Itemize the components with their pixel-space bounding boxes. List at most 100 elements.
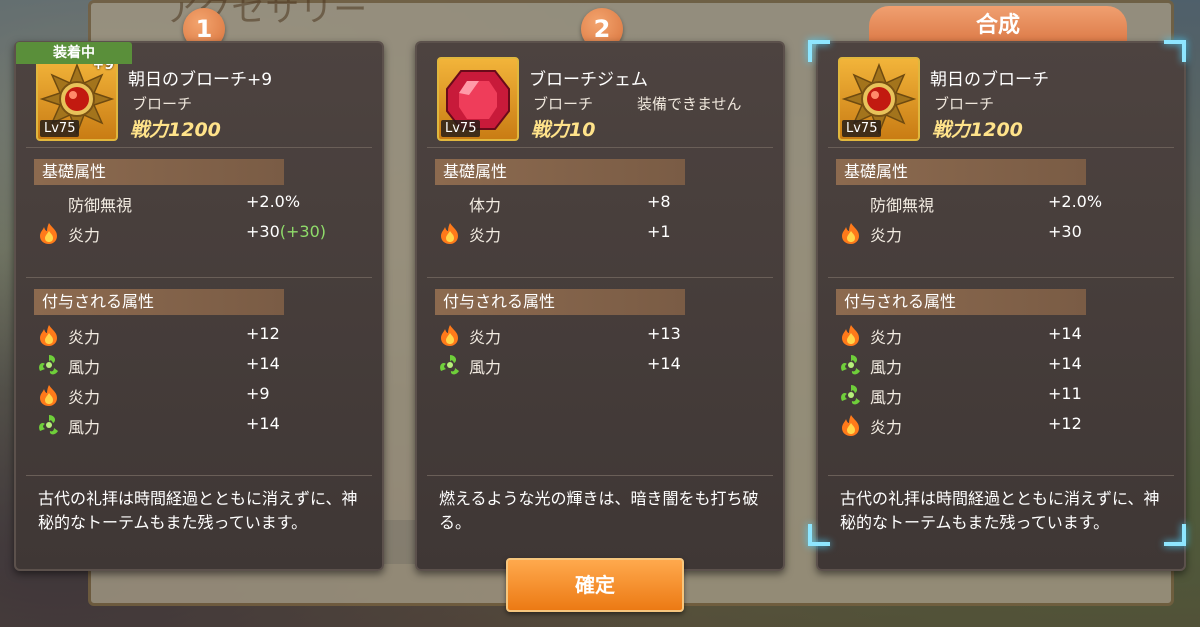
item-header: Lv75 ブローチジェム ブローチ 装備できません 戦力10 <box>437 57 767 141</box>
stat-value: +2.0% <box>1048 192 1103 211</box>
stat-value: +13 <box>647 324 681 343</box>
stat-value: +30 <box>1048 222 1082 241</box>
fire-icon <box>40 325 57 346</box>
granted-attributes-header: 付与される属性 <box>435 289 685 315</box>
wind-icon <box>440 355 459 375</box>
base-attributes-header: 基礎属性 <box>836 159 1086 185</box>
divider <box>26 475 372 476</box>
base-attributes-header: 基礎属性 <box>435 159 685 185</box>
divider <box>26 147 372 148</box>
stat-value: +14 <box>246 354 280 373</box>
stat-row: 炎力 +30(+30) <box>34 219 354 245</box>
item-icon-frame[interactable]: Lv75 <box>838 57 920 141</box>
stat-label: 風力 <box>68 418 101 437</box>
item-name: 朝日のブローチ <box>930 70 1049 90</box>
stat-row: 防御無視 +2.0% <box>34 189 354 215</box>
synthesis-result-panel[interactable]: Lv75 朝日のブローチ ブローチ 戦力1200 基礎属性 防御無視 +2.0%… <box>816 41 1186 571</box>
divider <box>427 475 773 476</box>
fire-icon <box>441 325 458 346</box>
stat-row: 炎力 +13 <box>435 321 755 347</box>
stat-label: 体力 <box>469 196 502 215</box>
stat-value: +12 <box>1048 414 1082 433</box>
fire-icon <box>40 223 57 244</box>
stat-label: 風力 <box>68 358 101 377</box>
synthesis-result-tab: 合成 <box>869 6 1127 44</box>
divider <box>26 277 372 278</box>
level-badge: Lv75 <box>40 120 80 137</box>
equipped-tag: 装着中 <box>16 42 132 64</box>
stat-label: 炎力 <box>469 226 502 245</box>
stat-row: 風力 +14 <box>34 411 354 437</box>
stat-label: 防御無視 <box>68 196 133 215</box>
stat-value: +12 <box>246 324 280 343</box>
item-header: Lv75 朝日のブローチ ブローチ 戦力1200 <box>838 57 1168 141</box>
fire-icon <box>842 223 859 244</box>
combat-power: 戦力1200 <box>130 119 221 141</box>
stat-row: 防御無視 +2.0% <box>836 189 1156 215</box>
selection-corner <box>808 524 830 546</box>
base-attributes-header: 基礎属性 <box>34 159 284 185</box>
item-icon-frame[interactable]: Lv75 <box>437 57 519 141</box>
stat-row: 炎力 +9 <box>34 381 354 407</box>
selection-corner <box>1164 524 1186 546</box>
item-panel-2[interactable]: Lv75 ブローチジェム ブローチ 装備できません 戦力10 基礎属性 体力 +… <box>415 41 785 571</box>
item-description: 古代の礼拝は時間経過とともに消えずに、神秘的なトーテムもまた残っています。 <box>38 489 358 532</box>
level-badge: Lv75 <box>441 120 481 137</box>
divider <box>828 277 1174 278</box>
stat-row: 風力 +14 <box>836 351 1156 377</box>
stat-label: 炎力 <box>870 418 903 437</box>
item-icon-frame[interactable]: +9 Lv75 <box>36 57 118 141</box>
level-badge: Lv75 <box>842 120 882 137</box>
confirm-button[interactable]: 確定 <box>506 558 684 612</box>
stat-label: 炎力 <box>68 226 101 245</box>
item-header: +9 Lv75 朝日のブローチ+9 ブローチ 戦力1200 <box>36 57 366 141</box>
stat-row: 風力 +14 <box>34 351 354 377</box>
stat-value: +14 <box>246 414 280 433</box>
wind-icon <box>39 355 58 375</box>
stat-value: +30(+30) <box>246 222 326 241</box>
item-description: 燃えるような光の輝きは、暗き闇をも打ち破る。 <box>439 489 759 532</box>
wind-icon <box>39 415 58 435</box>
item-name: ブローチジェム <box>529 70 648 90</box>
item-panel-1[interactable]: +9 Lv75 朝日のブローチ+9 ブローチ 戦力1200 基礎属性 防御無視 … <box>14 41 384 571</box>
divider <box>427 277 773 278</box>
item-type: ブローチ <box>533 95 594 113</box>
stat-row: 炎力 +14 <box>836 321 1156 347</box>
fire-icon <box>441 223 458 244</box>
item-name: 朝日のブローチ+9 <box>128 70 273 90</box>
item-type: ブローチ <box>132 95 193 113</box>
stat-label: 炎力 <box>68 388 101 407</box>
selection-corner <box>1164 40 1186 62</box>
stat-label: 炎力 <box>870 328 903 347</box>
stat-row: 風力 +14 <box>435 351 755 377</box>
stat-value: +14 <box>1048 324 1082 343</box>
granted-attributes-header: 付与される属性 <box>836 289 1086 315</box>
equip-restriction-note: 装備できません <box>637 95 742 113</box>
granted-attributes-header: 付与される属性 <box>34 289 284 315</box>
divider <box>828 475 1174 476</box>
stat-label: 風力 <box>870 388 903 407</box>
divider <box>828 147 1174 148</box>
stat-value: +14 <box>1048 354 1082 373</box>
stat-value: +1 <box>647 222 671 241</box>
stat-label: 炎力 <box>870 226 903 245</box>
stat-value: +11 <box>1048 384 1082 403</box>
combat-power: 戦力1200 <box>932 119 1023 141</box>
stat-value-number: +30 <box>246 222 280 241</box>
stat-value: +9 <box>246 384 270 403</box>
divider <box>427 147 773 148</box>
stat-value: +14 <box>647 354 681 373</box>
stat-value: +8 <box>647 192 671 211</box>
selection-corner <box>808 40 830 62</box>
wind-icon <box>841 385 860 405</box>
fire-icon <box>842 325 859 346</box>
stat-row: 風力 +11 <box>836 381 1156 407</box>
stat-row: 炎力 +12 <box>836 411 1156 437</box>
stat-label: 炎力 <box>68 328 101 347</box>
item-description: 古代の礼拝は時間経過とともに消えずに、神秘的なトーテムもまた残っています。 <box>840 489 1160 532</box>
stat-label: 風力 <box>469 358 502 377</box>
stat-label: 炎力 <box>469 328 502 347</box>
wind-icon <box>841 355 860 375</box>
stat-value: +2.0% <box>246 192 301 211</box>
stat-label: 風力 <box>870 358 903 377</box>
